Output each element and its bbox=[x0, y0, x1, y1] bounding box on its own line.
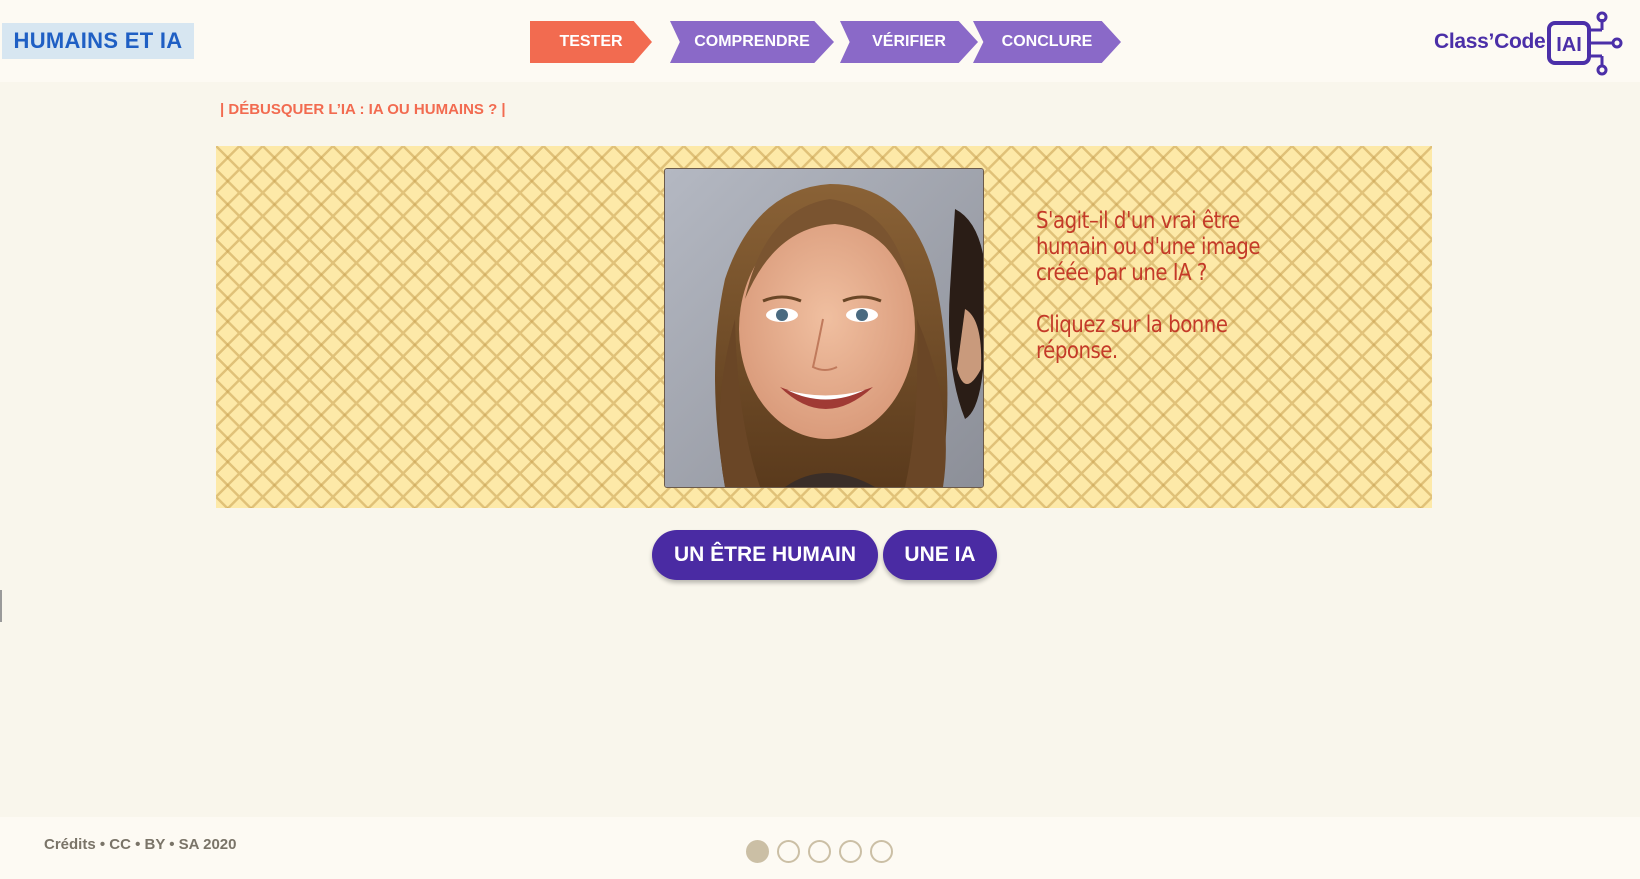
footer: Crédits • CC • BY • SA 2020 bbox=[0, 817, 1640, 879]
classcode-logo[interactable]: Class’Code IAI bbox=[1434, 10, 1624, 76]
page-dot-2[interactable] bbox=[777, 840, 800, 863]
credits-link[interactable]: Crédits • CC • BY • SA 2020 bbox=[44, 836, 237, 853]
step-tester[interactable]: TESTER bbox=[530, 21, 652, 63]
step-comprendre[interactable]: COMPRENDRE bbox=[670, 21, 834, 63]
page-dot-4[interactable] bbox=[839, 840, 862, 863]
face-photo-image bbox=[665, 169, 983, 487]
step-label: CONCLURE bbox=[1001, 33, 1093, 50]
face-photo bbox=[664, 168, 984, 488]
page-dot-3[interactable] bbox=[808, 840, 831, 863]
app-title[interactable]: HUMAINS ET IA bbox=[2, 23, 194, 59]
page-dot-5[interactable] bbox=[870, 840, 893, 863]
step-label: COMPRENDRE bbox=[694, 33, 810, 50]
question-prompt: S'agit–il d'un vrai être humain ou d'une… bbox=[1036, 208, 1311, 364]
circuit-logo-icon: IAI bbox=[1547, 11, 1623, 76]
answer-ia-button[interactable]: UNE IA bbox=[883, 530, 997, 580]
page-dot-1[interactable] bbox=[746, 840, 769, 863]
logo-mark-text: IAI bbox=[1556, 34, 1582, 56]
edge-tab[interactable] bbox=[0, 590, 2, 622]
header: HUMAINS ET IA TESTER COMPRENDRE VÉRIFIER… bbox=[0, 0, 1640, 82]
logo-text: Class’Code bbox=[1434, 30, 1546, 53]
step-label: TESTER bbox=[559, 33, 623, 50]
answer-human-button[interactable]: UN ÊTRE HUMAIN bbox=[652, 530, 878, 580]
step-conclure[interactable]: CONCLURE bbox=[973, 21, 1121, 63]
quiz-stage: S'agit–il d'un vrai être humain ou d'une… bbox=[216, 146, 1432, 508]
instruction-text: Cliquez sur la bonne réponse. bbox=[1036, 312, 1228, 364]
question-text: S'agit–il d'un vrai être humain ou d'une… bbox=[1036, 208, 1261, 286]
step-label: VÉRIFIER bbox=[872, 33, 946, 50]
step-verifier[interactable]: VÉRIFIER bbox=[840, 21, 978, 63]
breadcrumb: | DÉBUSQUER L’IA : IA OU HUMAINS ? | bbox=[220, 101, 506, 118]
